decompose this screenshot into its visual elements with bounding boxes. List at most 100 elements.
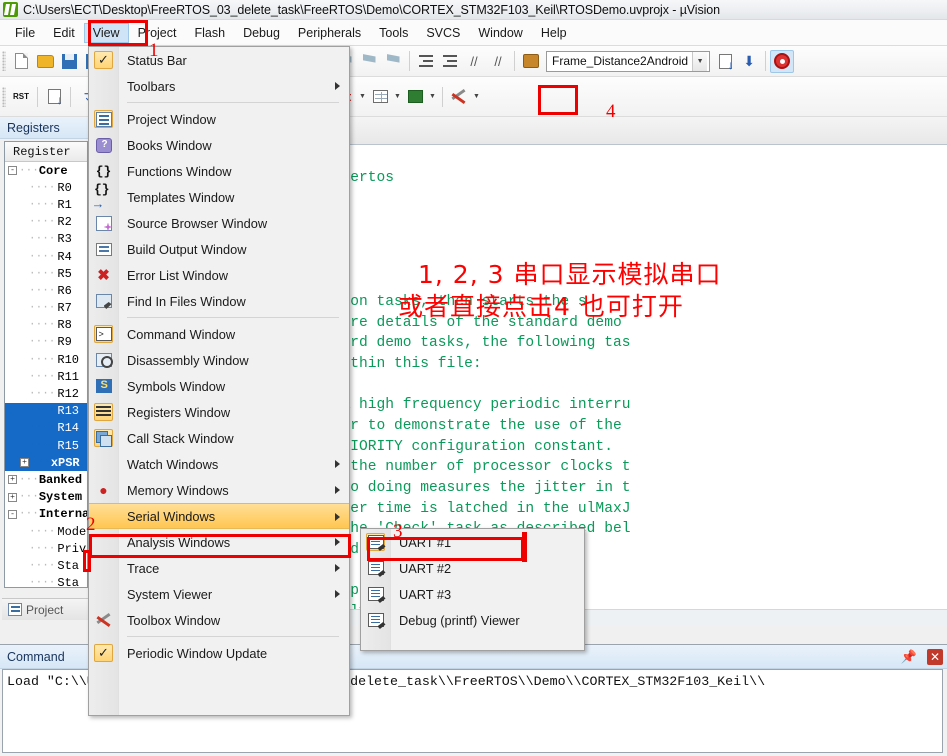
view-menu-item-toolbars[interactable]: Toolbars (89, 73, 349, 99)
menu-file[interactable]: File (6, 23, 44, 43)
view-menu-item-registers-window[interactable]: Registers Window (89, 399, 349, 425)
view-menu-item-find-in-files-window[interactable]: Find In Files Window (89, 288, 349, 314)
view-menu-items[interactable]: ✓Status Bar Toolbars Project Window Books W… (89, 47, 349, 666)
view-menu-item-command-window[interactable]: Command Window (89, 321, 349, 347)
register-row[interactable]: ···· R8 (5, 317, 87, 334)
register-row[interactable]: ···· R13 (5, 402, 87, 420)
system-viewer-caret[interactable]: ▼ (427, 85, 438, 108)
indent-button[interactable] (414, 50, 438, 73)
serial-submenu-item-uart-3[interactable]: UART #3 (361, 581, 584, 607)
menu-debug[interactable]: Debug (234, 23, 289, 43)
register-row[interactable]: ···· Priv (5, 540, 87, 557)
register-row[interactable]: ···· R2 (5, 214, 87, 231)
register-row[interactable]: ···· R11 (5, 368, 87, 385)
view-menu-item-functions-window[interactable]: {} Functions Window (89, 158, 349, 184)
view-menu-item-source-browser-window[interactable]: Source Browser Window (89, 210, 349, 236)
collapse-icon[interactable]: - (8, 166, 17, 176)
expand-icon[interactable]: + (8, 492, 17, 502)
view-menu-item-disassembly-window[interactable]: Disassembly Window (89, 347, 349, 373)
register-row[interactable]: ···· R10 (5, 351, 87, 368)
view-menu-item-symbols-window[interactable]: Symbols Window (89, 373, 349, 399)
toolbox-button[interactable] (447, 85, 471, 108)
manage-targets-button[interactable] (713, 50, 737, 73)
view-menu-item-templates-window[interactable]: {}→ Templates Window (89, 182, 349, 212)
register-row[interactable]: ···· R5 (5, 265, 87, 282)
view-dropdown-menu[interactable]: ✓Status Bar Toolbars Project Window Books W… (88, 46, 350, 716)
dock-tab-project[interactable]: Project (2, 603, 63, 617)
target-options-button[interactable] (519, 50, 543, 73)
serial-windows-submenu[interactable]: UART #1 UART #2 UART #3 Debug (printf) View… (360, 528, 585, 651)
expand-icon[interactable]: + (8, 475, 17, 485)
reset-button[interactable]: RST (9, 85, 33, 108)
view-menu-item-status-bar[interactable]: ✓ Status Bar (89, 47, 349, 73)
toolbox-caret[interactable]: ▼ (471, 85, 482, 108)
analysis-dropdown-caret[interactable]: ▼ (357, 85, 368, 108)
view-menu-item-error-list-window[interactable]: ✖ Error List Window (89, 262, 349, 288)
register-row[interactable]: ···· Sta (5, 575, 87, 587)
register-row[interactable]: ···· R3 (5, 231, 87, 248)
menu-peripherals[interactable]: Peripherals (289, 23, 370, 43)
serial-submenu-item-uart-2[interactable]: UART #2 (361, 555, 584, 581)
register-row[interactable]: ···· R9 (5, 334, 87, 351)
register-row[interactable]: ···· R0 (5, 179, 87, 196)
view-menu-item-build-output-window[interactable]: Build Output Window (89, 236, 349, 262)
view-menu-item-watch-windows[interactable]: Watch Windows (89, 451, 349, 477)
view-menu-item-analysis-windows[interactable]: Analysis Windows (89, 529, 349, 555)
view-menu-item-serial-windows[interactable]: Serial Windows (89, 503, 349, 529)
register-row[interactable]: + ··· Banked (5, 471, 87, 488)
register-row[interactable]: + ··· System (5, 489, 87, 506)
pack-installer-button[interactable]: ⬇ (737, 50, 761, 73)
register-row[interactable]: - ··· Core (5, 162, 87, 179)
collapse-icon[interactable]: - (8, 509, 17, 519)
menu-view[interactable]: View (83, 22, 129, 43)
menu-edit[interactable]: Edit (44, 23, 84, 43)
view-menu-item-call-stack-window[interactable]: Call Stack Window (89, 425, 349, 451)
chevron-down-icon[interactable]: ▼ (692, 51, 708, 71)
outdent-button[interactable] (438, 50, 462, 73)
system-viewer-button[interactable] (403, 85, 427, 108)
register-row[interactable]: ···· R15 (5, 437, 87, 455)
stop-debug-button[interactable] (770, 49, 795, 73)
view-menu-item-books-window[interactable]: Books Window (89, 132, 349, 158)
expand-icon[interactable]: + (20, 458, 29, 468)
menu-tools[interactable]: Tools (370, 23, 417, 43)
view-menu-item-memory-windows[interactable]: ● Memory Windows (89, 477, 349, 503)
target-select[interactable]: Frame_Distance2Android ▼ (546, 50, 711, 72)
toolbar-grip[interactable] (2, 51, 6, 71)
serial-submenu-item-debug-printf-viewer[interactable]: Debug (printf) Viewer (361, 607, 584, 633)
register-row[interactable]: ···· R1 (5, 196, 87, 213)
view-menu-item-periodic-window-update[interactable]: ✓ Periodic Window Update (89, 640, 349, 666)
view-menu-item-project-window[interactable]: Project Window (89, 106, 349, 132)
bookmark-clear-button[interactable] (381, 50, 405, 73)
menu-flash[interactable]: Flash (185, 23, 234, 43)
bookmark-next-button[interactable] (357, 50, 381, 73)
menu-svcs[interactable]: SVCS (417, 23, 469, 43)
register-row[interactable]: ···· R12 (5, 385, 87, 402)
new-file-button[interactable] (9, 50, 33, 73)
trace-window-button[interactable] (368, 85, 392, 108)
view-menu-item-toolbox-window[interactable]: Toolbox Window (89, 607, 349, 633)
menu-help[interactable]: Help (532, 23, 576, 43)
register-row[interactable]: ···· R7 (5, 300, 87, 317)
close-icon[interactable]: ✕ (927, 648, 943, 665)
register-row[interactable]: ···· R6 (5, 282, 87, 299)
menu-window[interactable]: Window (469, 23, 531, 43)
run-to-line-button[interactable] (42, 85, 66, 108)
uncomment-button[interactable]: // (486, 50, 510, 73)
pin-icon[interactable]: 📌 (901, 649, 917, 665)
register-row[interactable]: ···· Sta (5, 557, 87, 574)
register-row[interactable]: -···Internal (5, 506, 87, 523)
save-button[interactable] (57, 50, 81, 73)
registers-panel[interactable]: Register - ··· Core ···· R0 ···· R1 ···· R2 ···· R… (4, 141, 88, 588)
register-row[interactable]: ···· R4 (5, 248, 87, 265)
toolbar-grip[interactable] (2, 86, 6, 107)
register-row[interactable]: ···· R14 (5, 419, 87, 437)
open-file-button[interactable] (33, 50, 57, 73)
view-menu-item-system-viewer[interactable]: System Viewer (89, 581, 349, 607)
serial-submenu-items[interactable]: UART #1 UART #2 UART #3 Debug (printf) View… (361, 529, 584, 633)
trace-dropdown-caret[interactable]: ▼ (392, 85, 403, 108)
registers-tree[interactable]: - ··· Core ···· R0 ···· R1 ···· R2 ···· R3 ···· R4 ··… (5, 162, 87, 587)
view-menu-item-trace[interactable]: Trace (89, 555, 349, 581)
register-row[interactable]: ···· Mode (5, 523, 87, 540)
register-row[interactable]: + ··· xPSR (5, 454, 87, 472)
